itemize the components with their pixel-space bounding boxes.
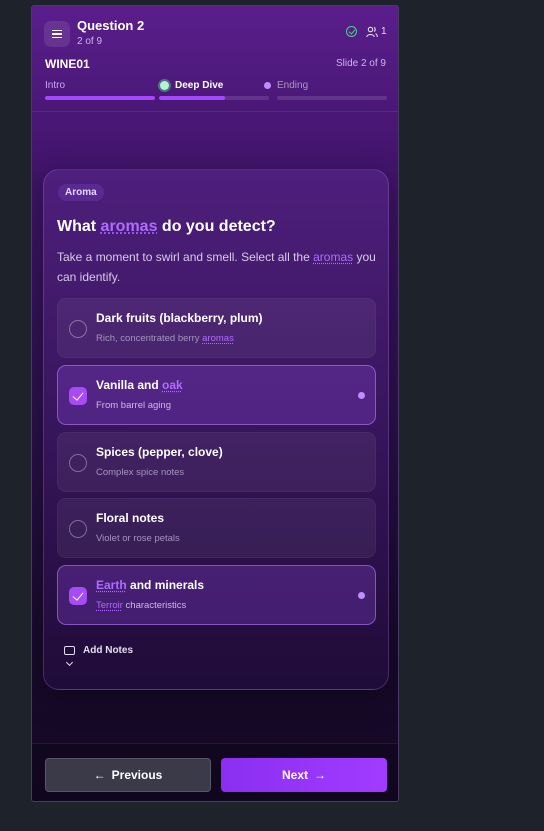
option-subtitle-part: From barrel aging [96,400,171,411]
step-label: Ending [277,80,309,91]
selected-indicator-icon [358,592,365,599]
step-fill [45,96,155,100]
option-subtitle-part: Rich, concentrated berry [96,333,203,344]
checked-checkbox-icon[interactable] [69,587,87,605]
option-subtitle: Rich, concentrated berry aromas [96,333,234,344]
next-label: Next [281,768,308,782]
header: Question 2 2 of 9 1 WINE01 Slide 2 of 9 … [32,6,398,112]
glossary-term[interactable]: aromas [313,250,353,264]
menu-icon [52,30,62,38]
option-subtitle: Complex spice notes [96,467,184,478]
step-fill [159,96,225,100]
step-track [159,96,269,100]
add-notes-label: Add Notes [83,645,133,656]
selected-indicator-icon [358,392,365,399]
option-title-part: Dark fruits (blackberry, plum) [96,311,263,325]
menu-button[interactable] [44,21,70,47]
current-step-icon [160,81,169,90]
app-window: Question 2 2 of 9 1 WINE01 Slide 2 of 9 … [31,5,399,802]
glossary-term[interactable]: aromas [101,218,158,235]
slide-indicator: Slide 2 of 9 [335,58,386,69]
option-title: Floral notes [96,511,164,525]
checkbox-icon[interactable] [69,520,87,538]
step-ending: Ending [264,80,387,104]
previous-button[interactable]: ← Previous [45,758,211,792]
users-icon [366,26,378,38]
step-intro: Intro [45,80,155,104]
question-description: Take a moment to swirl and smell. Select… [57,247,377,287]
message-square-icon [64,646,75,655]
step-label: Deep Dive [175,80,224,91]
answer-option[interactable]: Dark fruits (blackberry, plum) Rich, conc… [57,298,376,358]
question-part: What [57,218,101,235]
description-part: Take a moment to swirl and smell. Select… [57,250,314,264]
option-title: Dark fruits (blackberry, plum) [96,311,263,325]
participant-count: 1 [381,26,387,37]
category-tag: Aroma [58,184,104,201]
section-progress: Intro Deep Dive Ending [45,80,387,104]
answer-option[interactable]: Spices (pepper, clove) Complex spice note… [57,432,376,492]
option-subtitle: From barrel aging [96,400,171,411]
option-title-part: and minerals [126,578,205,592]
arrow-right-icon: → [314,768,326,782]
footer-nav: ← Previous Next → [32,743,398,801]
step-track [45,96,155,100]
next-button[interactable]: Next → [221,758,387,792]
question-part: do you detect? [157,218,276,235]
checked-checkbox-icon[interactable] [69,387,87,405]
question-title: Question 2 [77,18,145,33]
option-title: Vanilla and oak [96,378,183,392]
glossary-term[interactable]: Terroir [96,600,123,611]
glossary-term[interactable]: aromas [202,333,234,344]
upcoming-step-icon [264,82,271,89]
option-title-part: Vanilla and [96,378,163,392]
arrow-left-icon: ← [93,768,106,782]
question-card: Aroma What aromas do you detect? Take a … [43,169,389,690]
answer-option[interactable]: Earth and minerals Terroir characteristic… [57,565,376,625]
previous-label: Previous [111,768,163,782]
chevron-down-icon [65,658,74,667]
checkbox-icon[interactable] [69,454,87,472]
option-subtitle: Terroir characteristics [96,600,186,611]
add-notes-button[interactable]: Add Notes [64,644,164,672]
option-subtitle-part: characteristics [122,600,187,611]
option-title-part: Spices (pepper, clove) [96,445,223,459]
glossary-term[interactable]: Earth [96,578,127,592]
step-deep-dive: Deep Dive [159,80,269,104]
glossary-term[interactable]: oak [162,378,183,392]
step-track [277,96,387,100]
step-label: Intro [45,80,66,91]
option-subtitle-part: Complex spice notes [96,467,185,478]
session-code: WINE01 [45,57,90,71]
option-title-part: Floral notes [96,511,165,525]
option-subtitle: Violet or rose petals [96,533,180,544]
check-circle-icon [346,26,357,37]
answer-option[interactable]: Floral notes Violet or rose petals [57,498,376,558]
checkbox-icon[interactable] [69,320,87,338]
question-text: What aromas do you detect? [57,218,276,236]
option-title: Earth and minerals [96,578,204,592]
option-subtitle-part: Violet or rose petals [96,533,180,544]
question-progress: 2 of 9 [77,36,103,47]
option-title: Spices (pepper, clove) [96,445,223,459]
answer-option[interactable]: Vanilla and oak From barrel aging [57,365,376,425]
